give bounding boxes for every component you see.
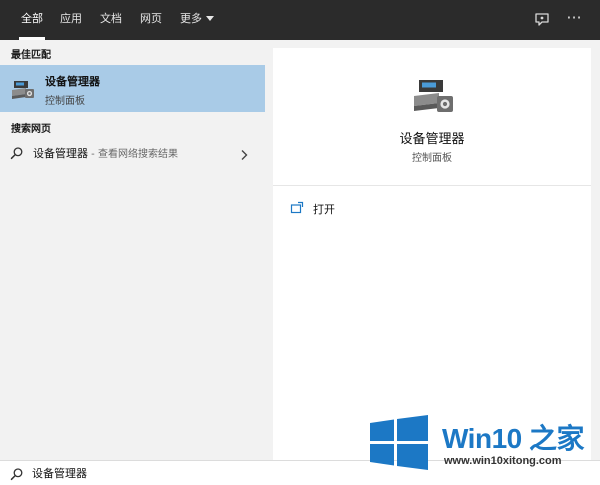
chevron-right-icon[interactable]	[239, 146, 249, 160]
web-result-suffix: - 查看网络搜索结果	[88, 149, 178, 160]
preview-card: 设备管理器 控制面板 打开	[273, 48, 591, 460]
best-match-header: 最佳匹配	[11, 50, 51, 61]
web-result-text: 设备管理器 - 查看网络搜索结果	[33, 145, 178, 161]
tab-more-label: 更多	[180, 12, 202, 25]
web-result-query: 设备管理器	[33, 147, 88, 160]
device-manager-icon	[10, 76, 36, 102]
search-icon	[10, 466, 24, 481]
search-scope-bar: 全部 应用 文档 网页 更多 ···	[0, 0, 600, 40]
open-button[interactable]: 打开	[273, 196, 591, 220]
results-panel: 最佳匹配 设备管理器 控制面板 搜索网页 设备管理器 - 查看网络搜索结果	[0, 40, 265, 460]
tab-apps[interactable]: 应用	[60, 0, 82, 40]
more-options-icon[interactable]: ···	[566, 6, 582, 30]
watermark-brand-a: Win10	[442, 423, 522, 454]
tab-documents[interactable]: 文档	[100, 0, 122, 40]
search-icon	[10, 145, 24, 160]
web-search-header: 搜索网页	[11, 124, 51, 135]
best-match-item[interactable]: 设备管理器 控制面板	[0, 65, 265, 112]
tab-web[interactable]: 网页	[140, 0, 162, 40]
search-input[interactable]	[30, 463, 352, 483]
feedback-icon[interactable]	[532, 10, 552, 30]
best-match-subtitle: 控制面板	[45, 96, 85, 107]
preview-subtitle: 控制面板	[412, 153, 452, 164]
chevron-down-icon	[206, 15, 214, 21]
open-label: 打开	[313, 203, 335, 216]
windows-logo-icon	[368, 415, 430, 471]
watermark-brand-b: 之家	[521, 423, 585, 454]
best-match-title: 设备管理器	[45, 75, 100, 88]
open-icon	[290, 200, 304, 214]
web-search-result[interactable]: 设备管理器 - 查看网络搜索结果	[0, 140, 265, 165]
preview-panel: 设备管理器 控制面板 打开	[265, 40, 600, 460]
tab-all[interactable]: 全部	[19, 0, 45, 40]
watermark-brand: Win10 之家	[442, 417, 585, 457]
device-manager-large-icon	[411, 76, 457, 118]
watermark: Win10 之家 www.win10xitong.com	[368, 415, 600, 485]
divider	[273, 185, 591, 186]
preview-title: 设备管理器	[399, 132, 465, 147]
watermark-url: www.win10xitong.com	[444, 455, 562, 467]
tab-more[interactable]: 更多	[180, 0, 214, 40]
